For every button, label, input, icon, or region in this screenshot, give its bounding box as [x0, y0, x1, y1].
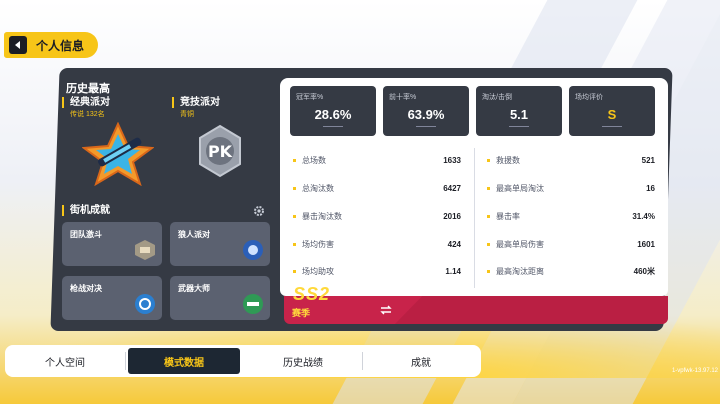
stat-box-kd: 淘汰/击倒 5.1 [476, 86, 562, 136]
arcade-card-label: 武器大师 [178, 284, 210, 293]
stat-box-avg-rating: 场均评价 S [569, 86, 655, 136]
arcade-card-gunfight[interactable]: 枪战对决 [62, 276, 162, 320]
arcade-card-werewolf[interactable]: 狼人派对 [170, 222, 270, 266]
tab-personal-space[interactable]: 个人空间 [10, 345, 120, 377]
stat-label: 冠军率% [296, 94, 324, 101]
gunfight-icon [135, 294, 155, 314]
stat-box-top10-rate: 前十率% 63.9% [383, 86, 469, 136]
stat-row: 总场数 1633 [293, 154, 461, 166]
stat-row: 暴击淘汰数 2016 [293, 210, 461, 222]
season-label: 赛季 [292, 308, 311, 318]
stat-label: 淘汰/击倒 [482, 94, 512, 101]
arcade-title: 街机成就 [62, 205, 110, 216]
stat-value: 5.1 [509, 107, 529, 122]
stat-row: 场均伤害 424 [293, 238, 461, 250]
season-code: SS2 [293, 284, 331, 304]
classic-mode-rank: 传说 132名 [70, 111, 105, 118]
stat-value: 63.9% [407, 107, 445, 122]
version-label: 1-vpfwk-13.97.12 [671, 368, 718, 374]
arcade-card-weapon-master[interactable]: 武器大师 [170, 276, 270, 320]
arcade-card-label: 团队激斗 [70, 230, 102, 239]
svg-text:PK: PK [208, 142, 233, 161]
arcade-card-label: 枪战对决 [70, 284, 102, 293]
competitive-mode-rank: 青铜 [180, 111, 194, 118]
arcade-card-label: 狼人派对 [178, 230, 210, 239]
season-bar-decoration [395, 296, 668, 324]
team-battle-icon [135, 240, 155, 260]
weapon-master-icon [243, 294, 263, 314]
header-badge: 个人信息 [4, 32, 98, 58]
stat-row: 总淘汰数 6427 [293, 182, 461, 194]
werewolf-icon [243, 240, 263, 260]
tab-mode-data[interactable]: 模式数据 [128, 348, 240, 374]
stat-label: 场均评价 [575, 94, 603, 101]
stat-row: 最高淘汰距离 460米 [487, 265, 655, 277]
swap-icon[interactable] [380, 305, 392, 315]
stat-box-win-rate: 冠军率% 28.6% [290, 86, 376, 136]
stat-row: 场均助攻 1.14 [293, 265, 461, 277]
stat-value: S [607, 107, 617, 122]
tab-achievements[interactable]: 成就 [366, 345, 476, 377]
bronze-rank-emblem-icon: PK [199, 124, 241, 178]
page-title: 个人信息 [36, 38, 85, 53]
stat-value: 28.6% [314, 107, 352, 122]
arcade-card-team-battle[interactable]: 团队激斗 [62, 222, 162, 266]
stat-label: 前十率% [389, 94, 417, 101]
back-arrow-icon [15, 41, 20, 49]
history-title: 历史最高 [66, 83, 110, 95]
classic-mode-name: 经典派对 [62, 97, 110, 108]
stat-row: 最高单局伤害 1601 [487, 238, 655, 250]
stat-row: 暴击率 31.4% [487, 210, 655, 222]
legend-rank-emblem-icon [82, 122, 154, 186]
stat-row: 最高单局淘汰 16 [487, 182, 655, 194]
gear-icon[interactable] [253, 205, 265, 217]
stats-divider [474, 148, 475, 288]
tab-match-history[interactable]: 历史战绩 [248, 345, 358, 377]
classic-mode[interactable]: 经典派对 传说 132名 [62, 97, 110, 119]
stat-row: 救援数 521 [487, 154, 655, 166]
back-button[interactable] [9, 36, 27, 54]
competitive-mode-name: 竞技派对 [172, 97, 220, 108]
competitive-mode[interactable]: 竞技派对 青铜 [172, 97, 220, 119]
